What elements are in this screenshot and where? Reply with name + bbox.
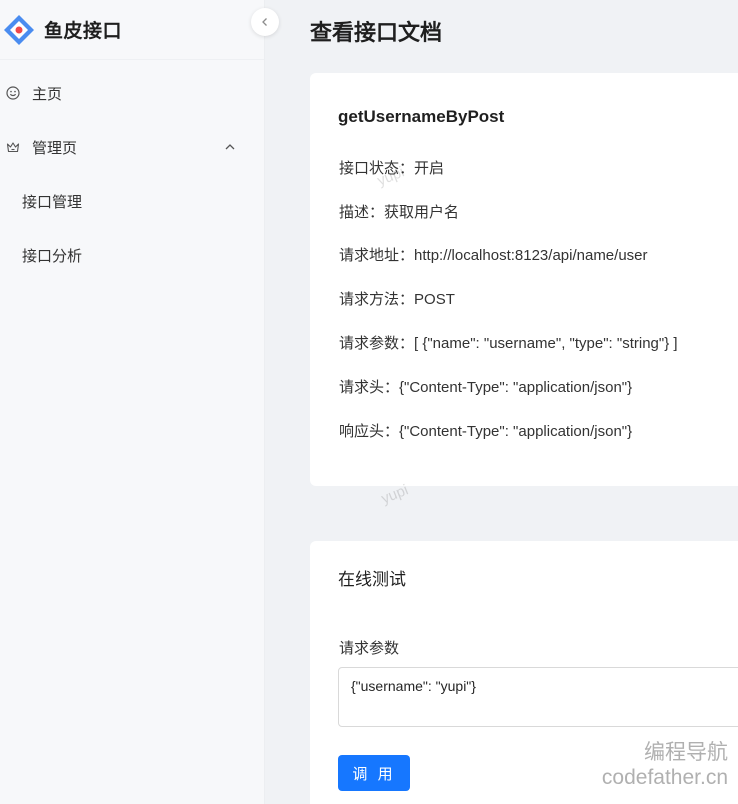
field-label: 请求地址： bbox=[339, 247, 415, 264]
crown-icon bbox=[6, 140, 20, 154]
field-value: 开启 bbox=[414, 160, 445, 177]
field-status: 接口状态：开启 bbox=[339, 157, 444, 178]
field-value: http://localhost:8123/api/name/user bbox=[414, 247, 648, 264]
logo-row[interactable]: 鱼皮接口 bbox=[0, 0, 264, 60]
app-title: 鱼皮接口 bbox=[44, 21, 123, 42]
field-method: 请求方法：POST bbox=[339, 288, 455, 309]
call-button[interactable]: 调 用 bbox=[338, 755, 410, 791]
sidebar: 鱼皮接口 主页 管理页 接口管理 接口分析 bbox=[0, 0, 265, 804]
sidebar-menu: 主页 管理页 接口管理 接口分析 bbox=[0, 60, 264, 282]
field-label: 请求参数： bbox=[339, 335, 415, 352]
field-value: {"Content-Type": "application/json"} bbox=[399, 379, 633, 396]
api-doc-card: getUsernameByPost 接口状态：开启 描述：获取用户名 请求地址：… bbox=[310, 73, 738, 486]
main-content: 查看接口文档 getUsernameByPost 接口状态：开启 描述：获取用户… bbox=[265, 0, 738, 804]
api-name: getUsernameByPost bbox=[338, 107, 505, 126]
sidebar-item-label: 接口分析 bbox=[22, 247, 83, 265]
sidebar-item-label: 主页 bbox=[32, 85, 63, 103]
field-request-params: 请求参数：[ {"name": "username", "type": "str… bbox=[339, 332, 678, 353]
field-label: 描述： bbox=[339, 204, 385, 221]
field-label: 请求方法： bbox=[339, 291, 415, 308]
field-value: {"Content-Type": "application/json"} bbox=[399, 423, 633, 440]
sidebar-item-interface-manage[interactable]: 接口管理 bbox=[0, 174, 264, 228]
request-params-label: 请求参数 bbox=[339, 640, 400, 657]
logo-icon bbox=[4, 14, 34, 45]
field-url: 请求地址：http://localhost:8123/api/name/user bbox=[339, 244, 648, 265]
chevron-up-icon bbox=[224, 141, 236, 153]
request-params-input[interactable]: {"username": "yupi"} bbox=[338, 667, 738, 727]
field-description: 描述：获取用户名 bbox=[339, 201, 459, 222]
sidebar-item-home[interactable]: 主页 bbox=[0, 66, 264, 120]
sidebar-item-interface-analysis[interactable]: 接口分析 bbox=[0, 228, 264, 282]
field-label: 接口状态： bbox=[339, 160, 415, 177]
field-label: 响应头： bbox=[339, 423, 400, 440]
field-response-header: 响应头：{"Content-Type": "application/json"} bbox=[339, 420, 632, 441]
field-label: 请求头： bbox=[339, 379, 400, 396]
page-title: 查看接口文档 bbox=[310, 20, 443, 45]
sidebar-item-admin[interactable]: 管理页 bbox=[0, 120, 264, 174]
field-value: [ {"name": "username", "type": "string"}… bbox=[414, 335, 678, 352]
chevron-left-icon bbox=[262, 18, 267, 26]
sidebar-collapse-button[interactable] bbox=[251, 8, 279, 36]
field-value: POST bbox=[414, 291, 455, 308]
field-request-header: 请求头：{"Content-Type": "application/json"} bbox=[339, 376, 632, 397]
smile-icon bbox=[6, 86, 20, 100]
sidebar-item-label: 接口管理 bbox=[22, 193, 83, 211]
online-test-title: 在线测试 bbox=[338, 570, 406, 589]
sidebar-item-label: 管理页 bbox=[32, 139, 78, 157]
online-test-card: 在线测试 请求参数 {"username": "yupi"} 调 用 bbox=[310, 541, 738, 804]
field-value: 获取用户名 bbox=[384, 204, 460, 221]
